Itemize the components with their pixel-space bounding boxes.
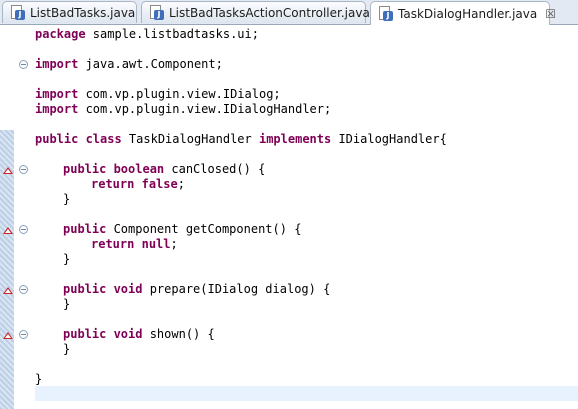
fold-toggle-icon[interactable] [19,330,28,339]
code-line[interactable]: } [35,372,42,387]
code-line[interactable]: public boolean canClosed() { [63,162,265,177]
tab-label: ListBadTasksActionController.java [169,5,370,20]
fold-toggle-icon[interactable] [19,60,28,69]
java-file-icon: J [9,4,25,21]
code-line[interactable]: public Component getComponent() { [63,222,301,237]
current-line-highlight [35,386,578,401]
code-line[interactable]: import java.awt.Component; [35,57,223,72]
code-line[interactable]: public class TaskDialogHandler implement… [35,132,447,147]
code-line[interactable]: } [63,252,70,267]
fold-toggle-icon[interactable] [19,165,28,174]
tab-taskdialoghandler[interactable]: J TaskDialogHandler.java ☒ [370,1,556,25]
editor-tab-bar: J ListBadTasks.java J ListBadTasksAction… [0,0,578,25]
tab-listbadtasks[interactable]: J ListBadTasks.java [2,1,137,23]
code-line[interactable]: } [63,192,70,207]
fold-toggle-icon[interactable] [19,285,28,294]
code-line[interactable]: import com.vp.plugin.view.IDialog; [35,87,281,102]
tab-listbadtasksactioncontroller[interactable]: J ListBadTasksActionController.java [141,1,370,23]
code-editor[interactable]: package sample.listbadtasks.ui; import j… [35,25,578,409]
implements-marker-icon[interactable] [3,227,13,234]
folding-column [16,25,32,409]
code-line[interactable]: package sample.listbadtasks.ui; [35,27,259,42]
fold-toggle-icon[interactable] [19,225,28,234]
code-line[interactable]: } [63,297,70,312]
code-line[interactable]: } [63,342,70,357]
tab-label: ListBadTasks.java [30,5,136,20]
java-file-icon: J [148,4,164,21]
code-line[interactable]: return false; [91,177,185,192]
code-line[interactable]: public void prepare(IDialog dialog) { [63,282,330,297]
vertical-ruler [0,25,16,409]
implements-marker-icon[interactable] [3,287,13,294]
close-tab-icon[interactable]: ☒ [545,8,556,20]
code-line[interactable]: return null; [91,237,178,252]
implements-marker-icon[interactable] [3,167,13,174]
code-line[interactable]: public void shown() { [63,327,215,342]
code-line[interactable]: import com.vp.plugin.view.IDialogHandler… [35,102,331,117]
tab-label: TaskDialogHandler.java [398,6,538,21]
implements-marker-icon[interactable] [3,332,13,339]
java-file-icon: J [377,5,393,22]
